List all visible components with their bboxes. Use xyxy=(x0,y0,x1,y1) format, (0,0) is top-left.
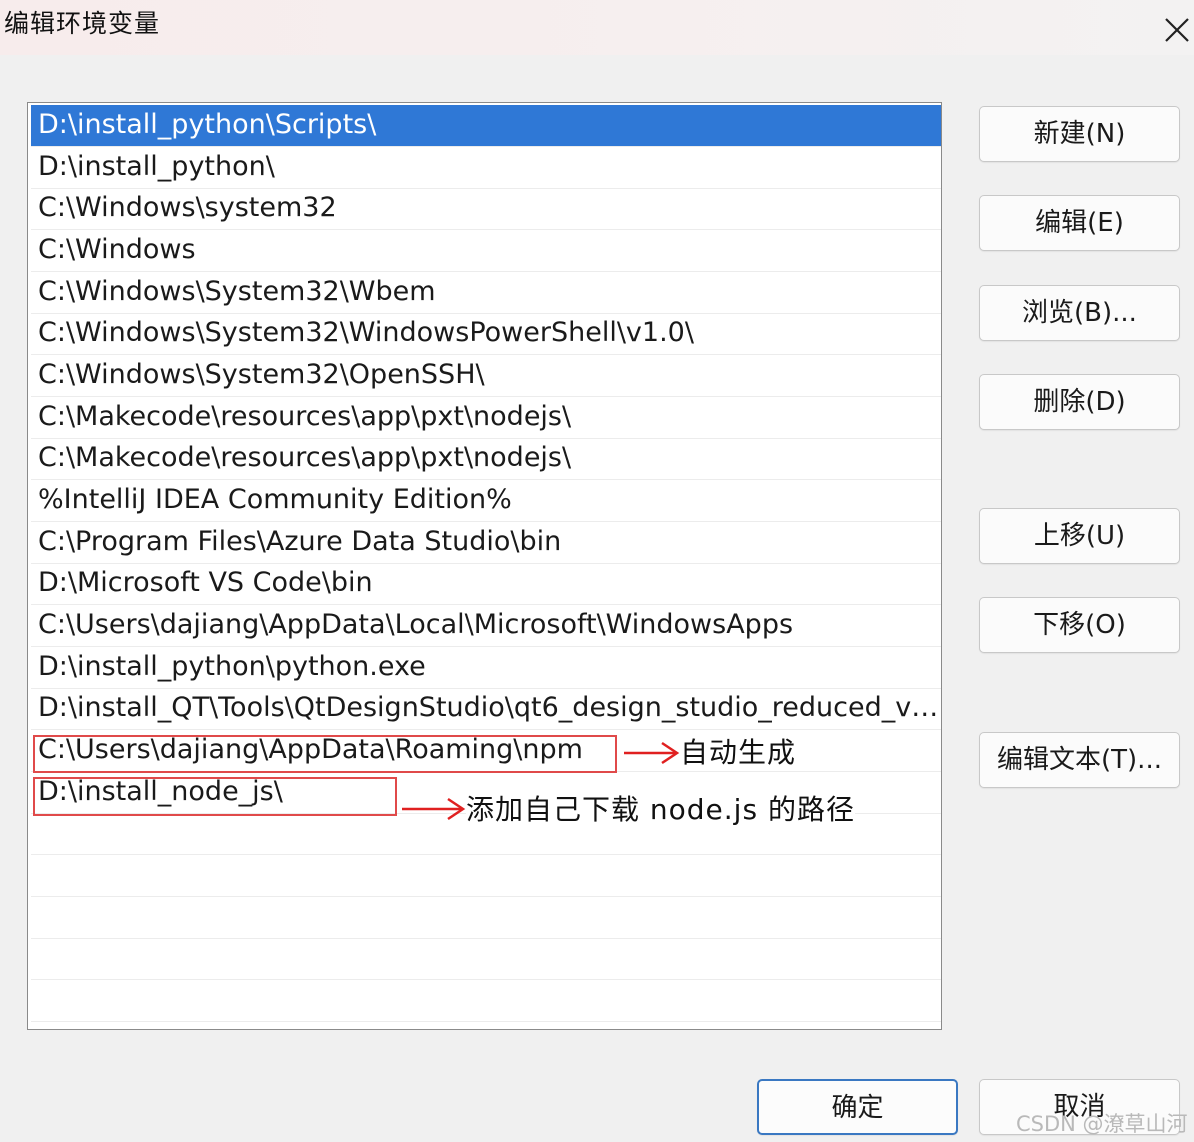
edit-button[interactable]: 编辑(E) xyxy=(979,195,1180,251)
list-item[interactable]: C:\Users\dajiang\AppData\Local\Microsoft… xyxy=(31,605,941,647)
list-item[interactable]: C:\Windows\system32 xyxy=(31,188,941,230)
new-button[interactable]: 新建(N) xyxy=(979,106,1180,162)
empty-list-row[interactable] xyxy=(31,855,941,897)
window-title: 编辑环境变量 xyxy=(4,9,161,38)
move-down-button[interactable]: 下移(O) xyxy=(979,597,1180,653)
path-list[interactable]: D:\install_python\Scripts\ D:\install_py… xyxy=(27,102,942,1030)
empty-list-row[interactable] xyxy=(31,980,941,1022)
list-item[interactable]: C:\Windows xyxy=(31,230,941,272)
list-item[interactable]: C:\Program Files\Azure Data Studio\bin xyxy=(31,522,941,564)
list-item[interactable]: D:\Microsoft VS Code\bin xyxy=(31,563,941,605)
annotation-auto-generated: 自动生成 xyxy=(680,736,871,770)
list-item[interactable]: C:\Windows\System32\WindowsPowerShell\v1… xyxy=(31,313,941,355)
list-item[interactable]: D:\install_python\ xyxy=(31,147,941,189)
arrow-right-icon xyxy=(624,741,680,765)
empty-list-row[interactable] xyxy=(31,938,941,980)
list-item[interactable]: C:\Windows\System32\OpenSSH\ xyxy=(31,355,941,397)
list-item[interactable]: %IntelliJ IDEA Community Edition% xyxy=(31,480,941,522)
watermark: CSDN @潦草山河 xyxy=(1016,1112,1188,1136)
list-item[interactable]: C:\Makecode\resources\app\pxt\nodejs\ xyxy=(31,397,941,439)
move-up-button[interactable]: 上移(U) xyxy=(979,508,1180,564)
title-bar: 编辑环境变量 xyxy=(0,0,1194,55)
list-item[interactable]: D:\install_python\python.exe xyxy=(31,647,941,689)
browse-button[interactable]: 浏览(B)... xyxy=(979,285,1180,341)
close-icon[interactable] xyxy=(1156,6,1194,46)
empty-list-row[interactable] xyxy=(31,897,941,939)
highlight-npm-path xyxy=(33,735,617,773)
edit-text-button[interactable]: 编辑文本(T)... xyxy=(979,732,1180,788)
list-item[interactable]: C:\Windows\System32\Wbem xyxy=(31,272,941,314)
delete-button[interactable]: 删除(D) xyxy=(979,374,1180,430)
list-item[interactable]: D:\install_python\Scripts\ xyxy=(31,105,941,147)
highlight-node-path xyxy=(33,777,397,816)
arrow-right-icon xyxy=(402,797,466,821)
list-item[interactable]: D:\install_QT\Tools\QtDesignStudio\qt6_d… xyxy=(31,688,941,730)
ok-button[interactable]: 确定 xyxy=(757,1079,958,1135)
annotation-node-path: 添加自己下载 node.js 的路径 xyxy=(466,793,855,827)
list-item[interactable]: C:\Makecode\resources\app\pxt\nodejs\ xyxy=(31,438,941,480)
